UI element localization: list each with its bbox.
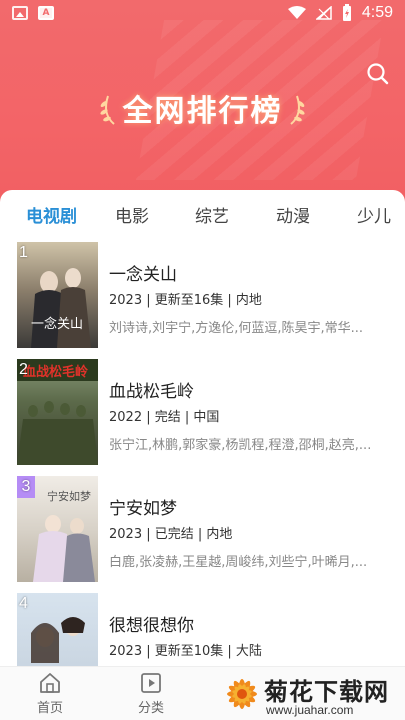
poster-image: 4 [17,593,98,666]
poster-image: 血战松毛岭 2 [17,359,98,465]
nav-home[interactable]: 首页 [20,671,80,716]
app-notification-icon: A [38,6,54,20]
battery-icon [342,4,351,21]
list-item[interactable]: 4 很想很想你 2023 | 更新至10集 | 大陆 [0,593,405,666]
nav-home-label: 首页 [36,701,63,716]
home-icon [40,673,60,693]
watermark: 菊花下载网 www.juahar.com [218,670,405,720]
ranking-card: 电视剧 电影 综艺 动漫 少儿 一念关山 1 一念关山 2023 | 更新至16… [0,190,405,666]
item-title: 一念关山 [109,265,177,285]
poster-image: 一念关山 1 [17,242,98,348]
item-title: 宁安如梦 [109,499,177,519]
image-notification-icon [12,6,28,20]
rank-number: 2 [19,361,28,378]
rank-number: 3 [17,476,35,498]
item-meta: 2022 | 完结 | 中国 [109,410,220,425]
svg-text:宁安如梦: 宁安如梦 [47,489,91,503]
list-item[interactable]: 一念关山 1 一念关山 2023 | 更新至16集 | 内地 刘诗诗,刘宇宁,方… [0,242,405,359]
nav-category[interactable]: 分类 [121,671,181,716]
tab-anime[interactable]: 动漫 [276,202,310,227]
tab-variety[interactable]: 综艺 [195,202,229,227]
search-icon[interactable] [366,62,390,86]
nav-category-label: 分类 [137,701,164,716]
list-item[interactable]: 宁安如梦 3 宁安如梦 2023 | 已完结 | 内地 白鹿,张凌赫,王星越,周… [0,476,405,593]
rank-number: 4 [19,595,28,612]
item-title: 血战松毛岭 [109,382,194,402]
ranking-list: 一念关山 1 一念关山 2023 | 更新至16集 | 内地 刘诗诗,刘宇宁,方… [0,242,405,666]
svg-text:一念关山: 一念关山 [31,316,83,332]
category-tabs: 电视剧 电影 综艺 动漫 少儿 [0,202,405,234]
clock: 4:59 [361,4,393,21]
item-cast: 张宁江,林鹏,郭家豪,杨凯程,程澄,邵桐,赵亮,... [109,438,372,453]
tab-movies[interactable]: 电影 [115,202,149,227]
tab-tv-series[interactable]: 电视剧 [26,202,77,227]
item-title: 很想很想你 [109,616,194,636]
item-cast: 白鹿,张凌赫,王星越,周峻纬,刘些宁,叶晞月,... [109,555,368,570]
tab-kids[interactable]: 少儿 [357,202,391,227]
watermark-title: 菊花下载网 [264,678,389,706]
category-icon [141,673,161,693]
laurel-right-icon [290,95,305,125]
item-meta: 2023 | 已完结 | 内地 [109,527,233,542]
wifi-icon [287,6,306,19]
item-meta: 2023 | 更新至10集 | 大陆 [109,644,262,659]
list-item[interactable]: 血战松毛岭 2 血战松毛岭 2022 | 完结 | 中国 张宁江,林鹏,郭家豪,… [0,359,405,476]
svg-text:血战松毛岭: 血战松毛岭 [23,364,88,380]
item-cast: 刘诗诗,刘宇宁,方逸伦,何蓝逗,陈昊宇,常华... [109,321,364,336]
item-meta: 2023 | 更新至16集 | 内地 [109,293,262,308]
chrysanthemum-logo-icon [227,679,257,709]
page-title: 全网排行榜 [122,94,283,129]
watermark-url: www.juahar.com [266,703,354,717]
poster-image: 宁安如梦 3 [17,476,98,582]
status-bar: A 4:59 [0,0,405,28]
signal-icon [315,6,332,20]
header-banner: A 4:59 全网排行榜 [0,0,405,212]
rank-number: 1 [19,244,28,261]
